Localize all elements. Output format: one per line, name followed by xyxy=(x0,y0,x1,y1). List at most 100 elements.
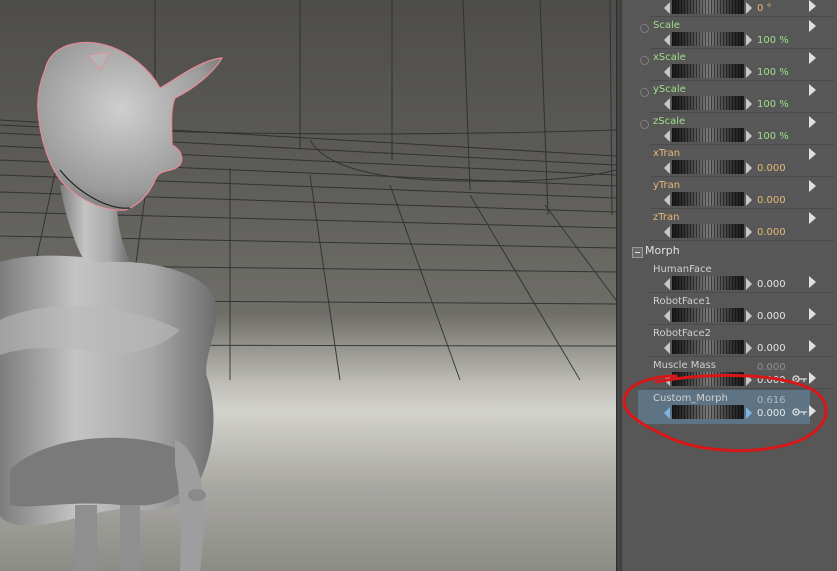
param-menu-arrow[interactable] xyxy=(809,276,816,288)
value-dial[interactable] xyxy=(672,340,744,354)
param-menu-arrow[interactable] xyxy=(809,372,816,384)
param-menu-arrow[interactable] xyxy=(809,116,816,128)
decrement-arrow[interactable] xyxy=(664,130,670,142)
param-label: RobotFace2 xyxy=(653,328,711,339)
value-dial[interactable] xyxy=(672,160,744,174)
value-dial[interactable] xyxy=(672,0,744,14)
parameters-panel: 0 ° Scale 100 % xScale 100 % yScale 100 … xyxy=(622,0,837,571)
param-value[interactable]: 0.000 xyxy=(757,279,786,290)
collapse-minus-icon[interactable] xyxy=(632,247,643,258)
param-menu-arrow[interactable] xyxy=(809,0,816,12)
value-dial[interactable] xyxy=(672,224,744,238)
increment-arrow[interactable] xyxy=(746,98,752,110)
link-dot-icon[interactable] xyxy=(640,120,649,129)
3d-viewport[interactable] xyxy=(0,0,616,571)
param-value[interactable]: 100 % xyxy=(757,67,789,78)
decrement-arrow[interactable] xyxy=(664,194,670,206)
value-dial[interactable] xyxy=(672,32,744,46)
decrement-arrow[interactable] xyxy=(664,66,670,78)
dependency-key-icon[interactable] xyxy=(792,375,808,383)
increment-arrow[interactable] xyxy=(746,278,752,290)
decrement-arrow[interactable] xyxy=(664,310,670,322)
decrement-arrow[interactable] xyxy=(664,2,670,14)
scene xyxy=(0,0,616,571)
param-label: RobotFace1 xyxy=(653,296,711,307)
increment-arrow[interactable] xyxy=(746,2,752,14)
increment-arrow[interactable] xyxy=(746,194,752,206)
param-value[interactable]: 0.000 xyxy=(757,343,786,354)
param-menu-arrow[interactable] xyxy=(809,148,816,160)
value-dial[interactable] xyxy=(672,276,744,290)
decrement-arrow[interactable] xyxy=(664,278,670,290)
param-value[interactable]: 100 % xyxy=(757,131,789,142)
decrement-arrow[interactable] xyxy=(664,98,670,110)
morph-row-humanface: HumanFace 0.000 xyxy=(636,261,834,293)
link-dot-icon[interactable] xyxy=(640,88,649,97)
value-dial[interactable] xyxy=(672,128,744,142)
increment-arrow[interactable] xyxy=(746,374,752,386)
morph-row-custom-morph[interactable]: Custom_Morph 0.616 0.000 xyxy=(638,390,810,424)
increment-arrow[interactable] xyxy=(746,310,752,322)
param-value[interactable]: 100 % xyxy=(757,35,789,46)
morph-row-robotface1: RobotFace1 0.000 xyxy=(636,293,834,325)
param-value[interactable]: 0.000 xyxy=(757,311,786,322)
selected-head[interactable] xyxy=(37,41,224,211)
param-label: Custom_Morph xyxy=(653,393,728,404)
value-dial[interactable] xyxy=(672,96,744,110)
param-row-rotation: 0 ° xyxy=(636,0,834,17)
param-menu-arrow[interactable] xyxy=(809,405,816,417)
param-row-scale: Scale 100 % xyxy=(636,17,834,49)
value-dial[interactable] xyxy=(672,405,744,419)
link-dot-icon[interactable] xyxy=(640,24,649,33)
morph-group-header[interactable]: Morph xyxy=(632,244,822,260)
param-row-zscale: zScale 100 % xyxy=(636,113,834,145)
morph-row-muscle-mass: Muscle Mass 0.000 0.000 xyxy=(636,357,834,389)
decrement-arrow[interactable] xyxy=(664,374,670,386)
param-value[interactable]: 0.000 xyxy=(757,227,786,238)
param-value[interactable]: 0.000 xyxy=(757,163,786,174)
param-row-ytran: yTran 0.000 xyxy=(636,177,834,209)
param-label: zScale xyxy=(653,116,686,127)
param-row-ztran: zTran 0.000 xyxy=(636,209,834,241)
value-dial[interactable] xyxy=(672,192,744,206)
decrement-arrow[interactable] xyxy=(664,226,670,238)
param-value[interactable]: 0.000 xyxy=(757,408,786,419)
value-dial[interactable] xyxy=(672,64,744,78)
param-menu-arrow[interactable] xyxy=(809,52,816,64)
value-dial[interactable] xyxy=(672,372,744,386)
increment-arrow[interactable] xyxy=(746,342,752,354)
increment-arrow[interactable] xyxy=(746,226,752,238)
link-dot-icon[interactable] xyxy=(640,56,649,65)
increment-arrow[interactable] xyxy=(746,407,752,419)
param-value[interactable]: 0.000 xyxy=(757,375,786,386)
param-menu-arrow[interactable] xyxy=(809,20,816,32)
increment-arrow[interactable] xyxy=(746,66,752,78)
decrement-arrow[interactable] xyxy=(664,342,670,354)
param-value[interactable]: 100 % xyxy=(757,99,789,110)
param-menu-arrow[interactable] xyxy=(809,340,816,352)
param-label: yTran xyxy=(653,180,681,191)
increment-arrow[interactable] xyxy=(746,130,752,142)
param-menu-arrow[interactable] xyxy=(809,212,816,224)
param-menu-arrow[interactable] xyxy=(809,180,816,192)
param-label: xScale xyxy=(653,52,686,63)
param-label: zTran xyxy=(653,212,680,223)
param-row-xscale: xScale 100 % xyxy=(636,49,834,81)
param-label: xTran xyxy=(653,148,681,159)
param-value[interactable]: 0 ° xyxy=(757,3,772,14)
dependency-key-icon[interactable] xyxy=(792,408,808,416)
decrement-arrow[interactable] xyxy=(664,34,670,46)
param-menu-arrow[interactable] xyxy=(809,308,816,320)
param-row-yscale: yScale 100 % xyxy=(636,81,834,113)
increment-arrow[interactable] xyxy=(746,34,752,46)
morph-row-robotface2: RobotFace2 0.000 xyxy=(636,325,834,357)
param-menu-arrow[interactable] xyxy=(809,84,816,96)
increment-arrow[interactable] xyxy=(746,162,752,174)
decrement-arrow[interactable] xyxy=(664,407,670,419)
value-dial[interactable] xyxy=(672,308,744,322)
param-row-xtran: xTran 0.000 xyxy=(636,145,834,177)
param-value[interactable]: 0.000 xyxy=(757,195,786,206)
param-label: yScale xyxy=(653,84,686,95)
decrement-arrow[interactable] xyxy=(664,162,670,174)
morph-group-title: Morph xyxy=(645,244,680,257)
